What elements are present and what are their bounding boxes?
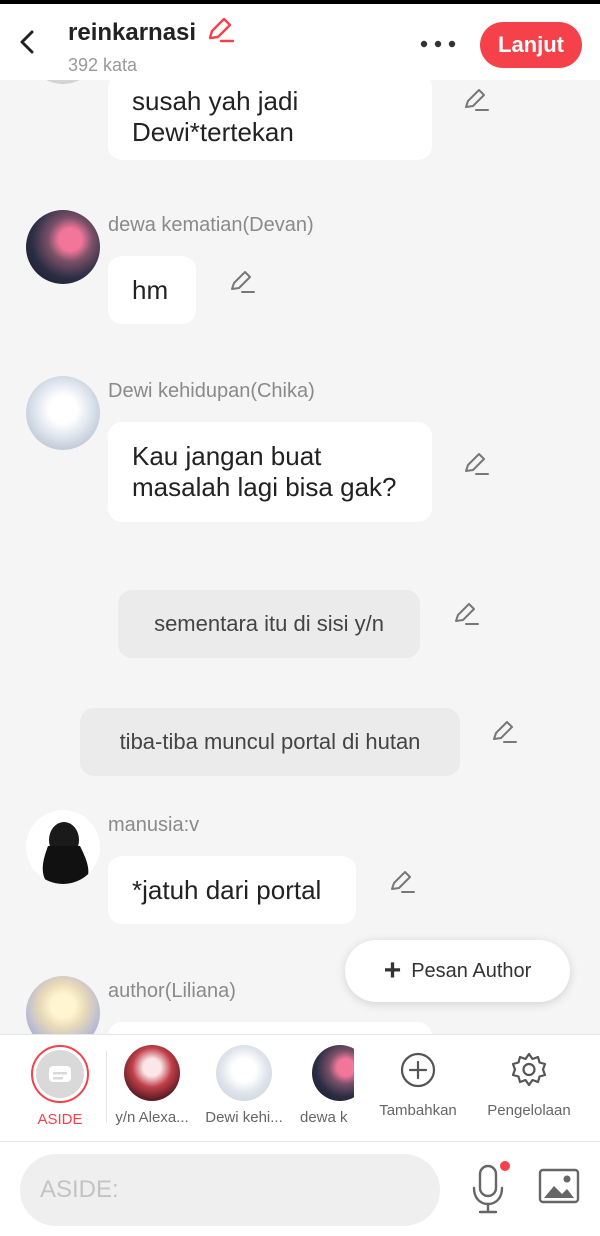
avatar xyxy=(26,80,100,84)
character-label: y/n Alexa... xyxy=(115,1109,189,1126)
character-avatar xyxy=(216,1045,272,1101)
next-button[interactable]: Lanjut xyxy=(480,22,582,68)
edit-message-icon[interactable] xyxy=(388,868,416,896)
silhouette-icon xyxy=(42,822,89,884)
edit-message-icon[interactable] xyxy=(452,600,480,628)
message-text: hm xyxy=(132,274,169,305)
image-button[interactable] xyxy=(536,1166,582,1206)
edit-message-icon[interactable] xyxy=(462,450,490,478)
avatar xyxy=(26,210,100,284)
story-title: reinkarnasi xyxy=(68,18,197,46)
chat-area[interactable]: susah yah jadi Dewi*tertekan dewa kemati… xyxy=(0,80,600,1034)
message-text: Kau jangan buat xyxy=(132,441,322,471)
message-text: susah yah jadi xyxy=(132,86,299,116)
aside-chat-icon xyxy=(36,1050,84,1098)
more-dots-icon xyxy=(420,40,456,48)
message-bubble[interactable]: hm xyxy=(108,256,196,324)
avatar xyxy=(26,976,100,1034)
back-button[interactable] xyxy=(12,26,44,58)
story-title-area: reinkarnasi 392 kata xyxy=(68,16,235,76)
plus-circle-icon xyxy=(400,1052,436,1088)
word-count: 392 kata xyxy=(68,55,138,75)
edit-message-icon[interactable] xyxy=(462,86,490,114)
message-text: Dewi*tertekan xyxy=(132,117,294,147)
character-name: Dewi kehidupan(Chika) xyxy=(108,380,315,402)
edit-title-icon[interactable] xyxy=(205,16,235,49)
narration-text: sementara itu di sisi y/n xyxy=(154,611,384,636)
narration-text: tiba-tiba muncul portal di hutan xyxy=(119,729,421,754)
chevron-left-icon xyxy=(20,30,34,54)
author-message-label: Pesan Author xyxy=(411,959,532,982)
image-icon xyxy=(538,1168,580,1204)
message-text: *jatuh dari portal xyxy=(132,874,322,905)
character-avatar xyxy=(312,1045,354,1101)
character-name: author(Liliana) xyxy=(108,980,236,1002)
composer-bar xyxy=(0,1142,600,1236)
add-character-label: Tambahkan xyxy=(379,1102,457,1119)
aside-label: ASIDE xyxy=(37,1111,83,1128)
manage-label: Pengelolaan xyxy=(487,1102,571,1119)
gear-icon xyxy=(511,1052,547,1087)
edit-message-icon[interactable] xyxy=(228,268,256,296)
character-item[interactable]: Dewi kehi... xyxy=(204,1045,284,1126)
plus-icon: + xyxy=(383,954,402,987)
manage-button[interactable]: Pengelolaan xyxy=(482,1045,576,1119)
author-message-button[interactable]: + Pesan Author xyxy=(345,940,570,1002)
top-bar: reinkarnasi 392 kata Lanjut xyxy=(0,0,600,80)
character-name: manusia:v xyxy=(108,814,200,836)
avatar xyxy=(26,376,100,450)
character-item[interactable]: y/n Alexa... xyxy=(112,1045,192,1126)
message-bubble[interactable] xyxy=(108,1022,432,1034)
aside-selector[interactable]: ASIDE xyxy=(24,1045,96,1128)
aside-avatar xyxy=(31,1045,89,1103)
edit-message-icon[interactable] xyxy=(490,718,518,746)
character-avatar xyxy=(124,1045,180,1101)
add-character-button[interactable]: Tambahkan xyxy=(372,1045,464,1119)
divider xyxy=(106,1051,107,1123)
character-bar: ASIDE y/n Alexa... Dewi kehi... dewa k T… xyxy=(0,1034,600,1142)
message-bubble[interactable]: susah yah jadi Dewi*tertekan xyxy=(108,80,432,160)
narration-bubble[interactable]: tiba-tiba muncul portal di hutan xyxy=(80,708,460,776)
more-button[interactable] xyxy=(418,34,458,54)
character-item[interactable]: dewa k xyxy=(296,1045,354,1126)
character-label: Dewi kehi... xyxy=(205,1109,283,1126)
character-label: dewa k xyxy=(300,1109,348,1126)
microphone-icon xyxy=(472,1161,510,1214)
voice-button[interactable] xyxy=(468,1160,512,1216)
narration-bubble[interactable]: sementara itu di sisi y/n xyxy=(118,590,420,658)
message-bubble[interactable]: *jatuh dari portal xyxy=(108,856,356,924)
avatar xyxy=(26,810,100,884)
message-bubble[interactable]: Kau jangan buat masalah lagi bisa gak? xyxy=(108,422,432,522)
message-text: masalah lagi bisa gak? xyxy=(132,472,397,502)
message-input[interactable] xyxy=(20,1154,440,1226)
character-name: dewa kematian(Devan) xyxy=(108,214,314,236)
